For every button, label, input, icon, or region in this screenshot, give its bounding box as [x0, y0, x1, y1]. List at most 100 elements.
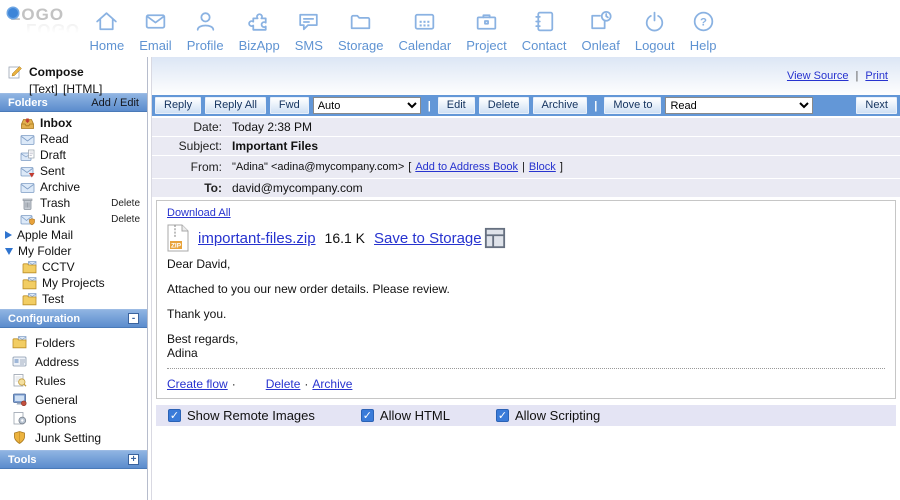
- forward-mode-select[interactable]: Auto: [313, 97, 421, 114]
- sidebar-item-config-junk-setting[interactable]: Junk Setting: [0, 428, 147, 447]
- nav-label: Project: [466, 38, 506, 53]
- sidebar-item-inbox[interactable]: Inbox: [0, 115, 147, 131]
- delete-button[interactable]: Delete: [479, 97, 529, 114]
- compose-label: Compose: [29, 65, 84, 79]
- date-value: Today 2:38 PM: [232, 120, 312, 134]
- nav-label: Email: [139, 38, 172, 53]
- tools-expand-icon[interactable]: +: [128, 454, 139, 465]
- folder-mail-icon: [22, 276, 37, 291]
- body-line: Attached to you our new order details. P…: [167, 282, 885, 296]
- nav-calendar[interactable]: Calendar: [391, 8, 459, 53]
- content-options-bar: Show Remote Images Allow HTML Allow Scri…: [156, 405, 896, 426]
- date-label: Date:: [152, 120, 232, 134]
- sidebar-item-test[interactable]: Test: [0, 291, 147, 307]
- allow-html-checkbox[interactable]: [361, 409, 374, 422]
- compose-html-mode[interactable]: [HTML]: [63, 82, 102, 96]
- nav-profile[interactable]: Profile: [179, 8, 231, 53]
- bizapp-icon: [246, 8, 273, 35]
- compose-button[interactable]: Compose: [8, 64, 139, 79]
- move-to-button[interactable]: Move to: [604, 97, 661, 114]
- sidebar-item-read[interactable]: Read: [0, 131, 147, 147]
- download-all-link[interactable]: Download All: [167, 207, 231, 219]
- toolbar-separator: |: [591, 100, 600, 112]
- viewbar-separator: |: [856, 70, 859, 82]
- reply-button[interactable]: Reply: [155, 97, 201, 114]
- compose-text-mode[interactable]: [Text]: [29, 82, 58, 96]
- from-label: From:: [152, 160, 232, 174]
- nav-project[interactable]: Project: [459, 8, 514, 53]
- compose-pencil-icon: [8, 64, 23, 79]
- sidebar-item-config-address[interactable]: Address: [0, 352, 147, 371]
- nav-logout[interactable]: Logout: [627, 8, 682, 53]
- onleaf-icon: [587, 8, 614, 35]
- junk-delete-action[interactable]: Delete: [111, 214, 147, 225]
- draft-icon: [20, 148, 35, 163]
- sent-icon: [20, 164, 35, 179]
- nav-email[interactable]: Email: [132, 8, 180, 53]
- attachment-filename-link[interactable]: important-files.zip: [198, 230, 316, 247]
- storage-folder-icon: [347, 8, 374, 35]
- dot-separator: ·: [228, 377, 240, 391]
- sidebar-item-config-folders[interactable]: Folders: [0, 333, 147, 352]
- message-headers: Date: Today 2:38 PM Subject: Important F…: [152, 118, 900, 198]
- message-body-panel: Download All ZIP important-files.zip 16.…: [156, 200, 896, 399]
- save-to-storage-link[interactable]: Save to Storage: [374, 224, 506, 252]
- nav-onleaf[interactable]: Onleaf: [574, 8, 627, 53]
- add-to-address-book-link[interactable]: Add to Address Book: [415, 161, 518, 173]
- body-signature: Adina: [167, 346, 885, 360]
- archive-envelope-icon: [20, 180, 35, 195]
- nav-home[interactable]: Home: [82, 8, 132, 53]
- trash-delete-action[interactable]: Delete: [111, 198, 147, 209]
- junk-icon: [20, 212, 35, 227]
- sidebar-item-config-general[interactable]: General: [0, 390, 147, 409]
- config-label: Junk Setting: [35, 431, 101, 445]
- reply-all-button[interactable]: Reply All: [205, 97, 266, 114]
- sidebar-item-trash[interactable]: Trash Delete: [0, 195, 147, 211]
- print-link[interactable]: Print: [865, 70, 888, 82]
- expanded-arrow-icon: [5, 248, 13, 255]
- sidebar-item-sent[interactable]: Sent: [0, 163, 147, 179]
- allow-scripting-checkbox[interactable]: [496, 409, 509, 422]
- sms-icon: [295, 8, 322, 35]
- create-flow-link[interactable]: Create flow: [167, 377, 228, 391]
- attachment-size: 16.1 K: [325, 230, 365, 246]
- sidebar-item-cctv[interactable]: CCTV: [0, 259, 147, 275]
- sidebar-item-my-projects[interactable]: My Projects: [0, 275, 147, 291]
- nav-contact[interactable]: Contact: [514, 8, 574, 53]
- next-button[interactable]: Next: [856, 97, 897, 114]
- sidebar-item-archive[interactable]: Archive: [0, 179, 147, 195]
- tools-section-title: Tools: [8, 454, 37, 466]
- nav-bizapp[interactable]: BizApp: [231, 8, 287, 53]
- sidebar-item-junk[interactable]: Junk Delete: [0, 211, 147, 227]
- folders-add-edit-link[interactable]: Add / Edit: [91, 97, 139, 109]
- nav-storage[interactable]: Storage: [330, 8, 391, 53]
- logo-flower-icon: [8, 8, 18, 18]
- nav-help[interactable]: ? Help: [682, 8, 724, 53]
- tree-child-label: My Projects: [42, 276, 105, 290]
- footer-delete-link[interactable]: Delete: [266, 377, 301, 391]
- view-source-link[interactable]: View Source: [787, 70, 849, 82]
- header-row-date: Date: Today 2:38 PM: [152, 118, 900, 136]
- footer-archive-link[interactable]: Archive: [312, 377, 352, 391]
- body-greeting: Dear David,: [167, 257, 885, 271]
- sidebar-item-my-folder[interactable]: My Folder: [0, 243, 147, 259]
- sidebar-item-draft[interactable]: Draft: [0, 147, 147, 163]
- sidebar-item-apple-mail[interactable]: Apple Mail: [0, 227, 147, 243]
- sidebar-item-config-options[interactable]: Options: [0, 409, 147, 428]
- junk-setting-shield-icon: [12, 430, 27, 445]
- project-briefcase-icon: [473, 8, 500, 35]
- block-sender-link[interactable]: Block: [529, 161, 556, 173]
- configuration-collapse-icon[interactable]: -: [128, 313, 139, 324]
- show-remote-images-checkbox[interactable]: [168, 409, 181, 422]
- svg-text:ZIP: ZIP: [171, 242, 182, 249]
- folder-mail-icon: [12, 335, 27, 350]
- config-label: Rules: [35, 374, 66, 388]
- forward-button[interactable]: Fwd: [270, 97, 309, 114]
- header-row-from: From: "Adina" <adina@mycompany.com> [ Ad…: [152, 156, 900, 178]
- archive-button[interactable]: Archive: [533, 97, 588, 114]
- move-to-folder-select[interactable]: Read: [665, 97, 813, 114]
- sidebar-item-config-rules[interactable]: Rules: [0, 371, 147, 390]
- nav-sms[interactable]: SMS: [287, 8, 330, 53]
- body-line: Thank you.: [167, 307, 885, 321]
- edit-button[interactable]: Edit: [438, 97, 475, 114]
